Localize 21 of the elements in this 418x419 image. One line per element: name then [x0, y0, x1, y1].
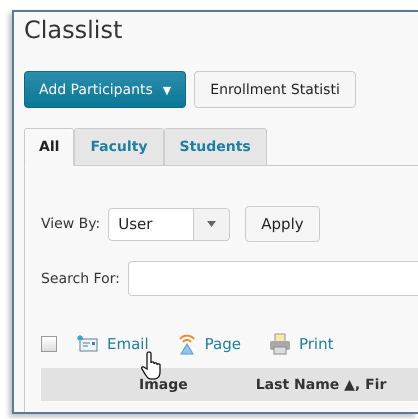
add-participants-button[interactable]: Add Participants ▼ — [24, 71, 186, 108]
tab[interactable]: Faculty — [74, 128, 164, 166]
enrollment-statistics-button[interactable]: Enrollment Statisti — [194, 71, 356, 108]
tab[interactable]: Students — [164, 128, 267, 166]
search-label: Search For: — [41, 270, 120, 286]
email-link[interactable]: Email — [77, 335, 149, 353]
signal-tower-icon — [176, 332, 197, 356]
envelope-icon — [77, 335, 99, 353]
view-by-label: View By: — [41, 216, 100, 232]
page-link[interactable]: Page — [176, 332, 241, 356]
page-title: Classlist — [24, 16, 124, 44]
printer-icon — [268, 333, 291, 355]
select-all-checkbox[interactable] — [41, 336, 57, 352]
apply-button[interactable]: Apply — [245, 206, 320, 242]
search-field[interactable] — [128, 261, 418, 296]
dropdown-arrow-icon — [207, 221, 216, 227]
print-link[interactable]: Print — [268, 333, 334, 355]
column-header[interactable]: Image — [139, 376, 188, 392]
view-by-dropdown[interactable]: User — [108, 208, 230, 240]
column-header[interactable]: Last Name ▲, Fir — [256, 376, 386, 392]
tab[interactable]: All — [24, 128, 74, 166]
